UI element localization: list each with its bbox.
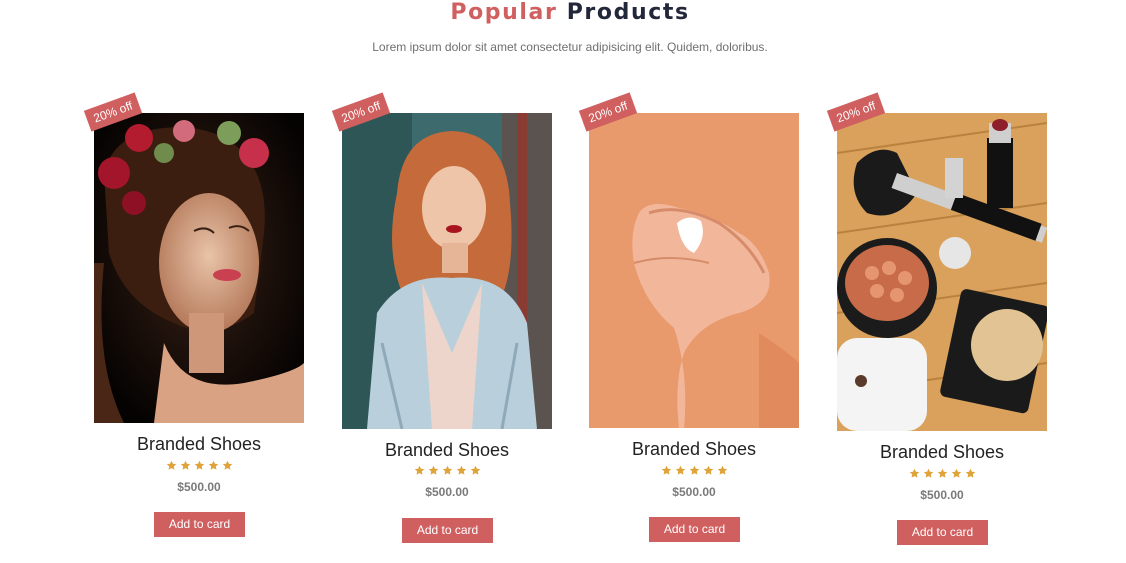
star-icon bbox=[703, 465, 714, 476]
add-to-cart-button[interactable]: Add to card bbox=[897, 520, 988, 545]
star-icon bbox=[937, 468, 948, 479]
product-card: 20% off Branded Shoes $500.00 Add to car… bbox=[826, 92, 1047, 553]
star-icon bbox=[951, 468, 962, 479]
star-icon bbox=[194, 460, 205, 471]
product-card: 20% off Branded Shoes $500.00 Add to car… bbox=[83, 92, 304, 543]
star-icon bbox=[661, 465, 672, 476]
add-to-cart-button[interactable]: Add to card bbox=[402, 518, 493, 543]
product-card: 20% off Branded Shoes $500.00 Add to car… bbox=[578, 92, 799, 543]
add-to-cart-button[interactable]: Add to card bbox=[649, 517, 740, 542]
star-icon bbox=[909, 468, 920, 479]
rating-stars bbox=[94, 460, 304, 478]
rating-stars bbox=[342, 465, 552, 483]
product-image-makeup-kit[interactable] bbox=[837, 113, 1047, 431]
star-icon bbox=[208, 460, 219, 471]
rating-stars bbox=[589, 465, 799, 483]
product-card: 20% off Branded Shoes $500.00 Add to car… bbox=[331, 92, 552, 543]
product-image-hand-cream[interactable] bbox=[589, 113, 799, 428]
star-icon bbox=[923, 468, 934, 479]
heading-word-popular: Popular bbox=[450, 0, 558, 25]
star-icon bbox=[470, 465, 481, 476]
star-icon bbox=[428, 465, 439, 476]
product-price: $500.00 bbox=[920, 488, 964, 502]
star-icon bbox=[689, 465, 700, 476]
star-icon bbox=[442, 465, 453, 476]
star-icon bbox=[717, 465, 728, 476]
star-icon bbox=[180, 460, 191, 471]
product-image-portrait-flowers[interactable] bbox=[94, 113, 304, 423]
product-name[interactable]: Branded Shoes bbox=[342, 439, 552, 461]
product-image-denim-jacket-woman[interactable] bbox=[342, 113, 552, 429]
section-heading: Popular Products bbox=[0, 0, 1126, 26]
star-icon bbox=[675, 465, 686, 476]
rating-stars bbox=[837, 468, 1047, 486]
add-to-cart-button[interactable]: Add to card bbox=[154, 512, 245, 537]
star-icon bbox=[965, 468, 976, 479]
star-icon bbox=[222, 460, 233, 471]
star-icon bbox=[456, 465, 467, 476]
section-subtitle: Lorem ipsum dolor sit amet consectetur a… bbox=[372, 40, 768, 54]
heading-word-products: Products bbox=[566, 0, 690, 25]
product-name[interactable]: Branded Shoes bbox=[94, 433, 304, 455]
star-icon bbox=[414, 465, 425, 476]
product-price: $500.00 bbox=[672, 485, 716, 499]
product-name[interactable]: Branded Shoes bbox=[589, 438, 799, 460]
product-name[interactable]: Branded Shoes bbox=[837, 441, 1047, 463]
product-price: $500.00 bbox=[425, 485, 469, 499]
product-price: $500.00 bbox=[177, 480, 221, 494]
star-icon bbox=[166, 460, 177, 471]
